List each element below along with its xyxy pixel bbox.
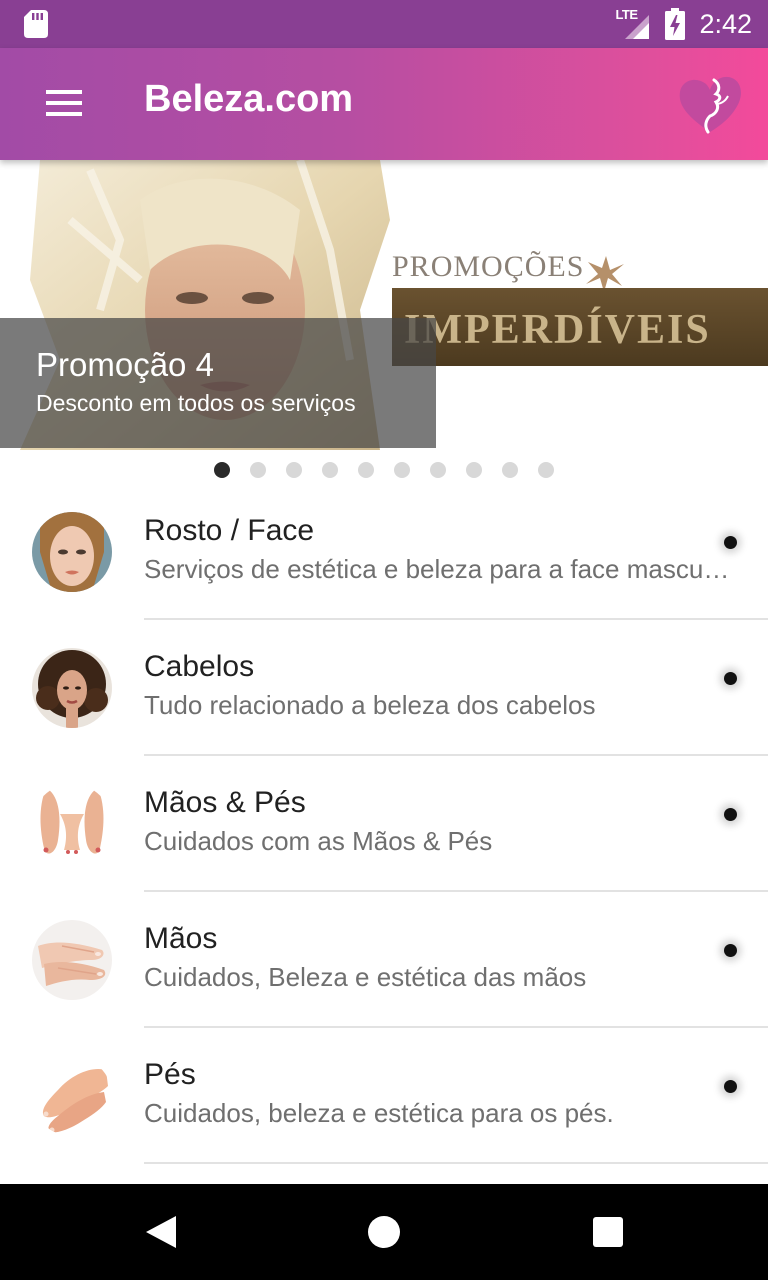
- status-time: 2:42: [699, 8, 752, 39]
- divider: [144, 1162, 768, 1164]
- app-title: Beleza.com: [144, 78, 354, 120]
- carousel-dot[interactable]: [430, 462, 446, 478]
- hamburger-menu-icon[interactable]: [36, 80, 92, 128]
- item-title: Pés: [144, 1058, 196, 1091]
- item-title: Mãos & Pés: [144, 786, 306, 819]
- beleza-heart-logo[interactable]: [676, 70, 744, 138]
- sd-card-icon: [24, 10, 48, 38]
- carousel-dot[interactable]: [502, 462, 518, 478]
- battery-charging-icon: [665, 8, 686, 40]
- banner-caption: Promoção 4 Desconto em todos os serviços: [0, 318, 436, 448]
- back-icon[interactable]: [144, 1214, 178, 1250]
- hands-feet-avatar: [32, 784, 112, 864]
- list-item-cabelos[interactable]: Cabelos Tudo relacionado a beleza dos ca…: [0, 620, 768, 756]
- face-avatar: [32, 512, 112, 592]
- promo-banner[interactable]: PROMOÇÕES IMPERDÍVEIS Promoção 4 Descont…: [0, 160, 768, 450]
- carousel-dot[interactable]: [214, 462, 230, 478]
- item-indicator-dot: [724, 672, 737, 685]
- list-item-maos-pes[interactable]: Mãos & Pés Cuidados com as Mãos & Pés: [0, 756, 768, 892]
- banner-title: Promoção 4: [36, 346, 214, 383]
- item-subtitle: Serviços de estética e beleza para a fac…: [144, 554, 734, 584]
- navigation-bar: [0, 1184, 768, 1280]
- item-indicator-dot: [724, 944, 737, 957]
- hair-avatar: [32, 648, 112, 728]
- item-subtitle: Cuidados, beleza e estética para os pés.: [144, 1098, 614, 1128]
- home-icon[interactable]: [368, 1216, 400, 1248]
- banner-text-promocoes: PROMOÇÕES: [392, 250, 584, 283]
- carousel-indicator: [0, 460, 768, 480]
- banner-subtitle: Desconto em todos os serviços: [36, 390, 356, 416]
- item-indicator-dot: [724, 536, 737, 549]
- lte-signal-icon: LTE: [615, 7, 651, 39]
- list-item-rosto[interactable]: Rosto / Face Serviços de estética e bele…: [0, 484, 768, 620]
- app-screen: LTE 2:42 Beleza.com PROMOÇÕES IMPERDÍVEI…: [0, 0, 768, 1280]
- feet-avatar: [32, 1056, 112, 1136]
- hands-avatar: [32, 920, 112, 1000]
- recent-apps-icon[interactable]: [593, 1217, 623, 1247]
- list-item-maos[interactable]: Mãos Cuidados, Beleza e estética das mão…: [0, 892, 768, 1028]
- carousel-dot[interactable]: [250, 462, 266, 478]
- item-title: Cabelos: [144, 650, 255, 683]
- item-indicator-dot: [724, 808, 737, 821]
- item-title: Mãos: [144, 922, 218, 955]
- carousel-dot[interactable]: [358, 462, 374, 478]
- status-bar: LTE 2:42: [0, 0, 768, 48]
- category-list: Rosto / Face Serviços de estética e bele…: [0, 484, 768, 1164]
- item-indicator-dot: [724, 1080, 737, 1093]
- app-bar: Beleza.com: [0, 48, 768, 160]
- item-subtitle: Cuidados com as Mãos & Pés: [144, 826, 493, 856]
- list-item-pes[interactable]: Pés Cuidados, beleza e estética para os …: [0, 1028, 768, 1164]
- banner-text-imperdiveis: IMPERDÍVEIS: [404, 306, 711, 353]
- carousel-dot[interactable]: [322, 462, 338, 478]
- item-title: Rosto / Face: [144, 514, 315, 547]
- item-subtitle: Cuidados, Beleza e estética das mãos: [144, 962, 587, 992]
- carousel-dot[interactable]: [286, 462, 302, 478]
- carousel-dot[interactable]: [538, 462, 554, 478]
- item-subtitle: Tudo relacionado a beleza dos cabelos: [144, 690, 596, 720]
- carousel-dot[interactable]: [466, 462, 482, 478]
- carousel-dot[interactable]: [394, 462, 410, 478]
